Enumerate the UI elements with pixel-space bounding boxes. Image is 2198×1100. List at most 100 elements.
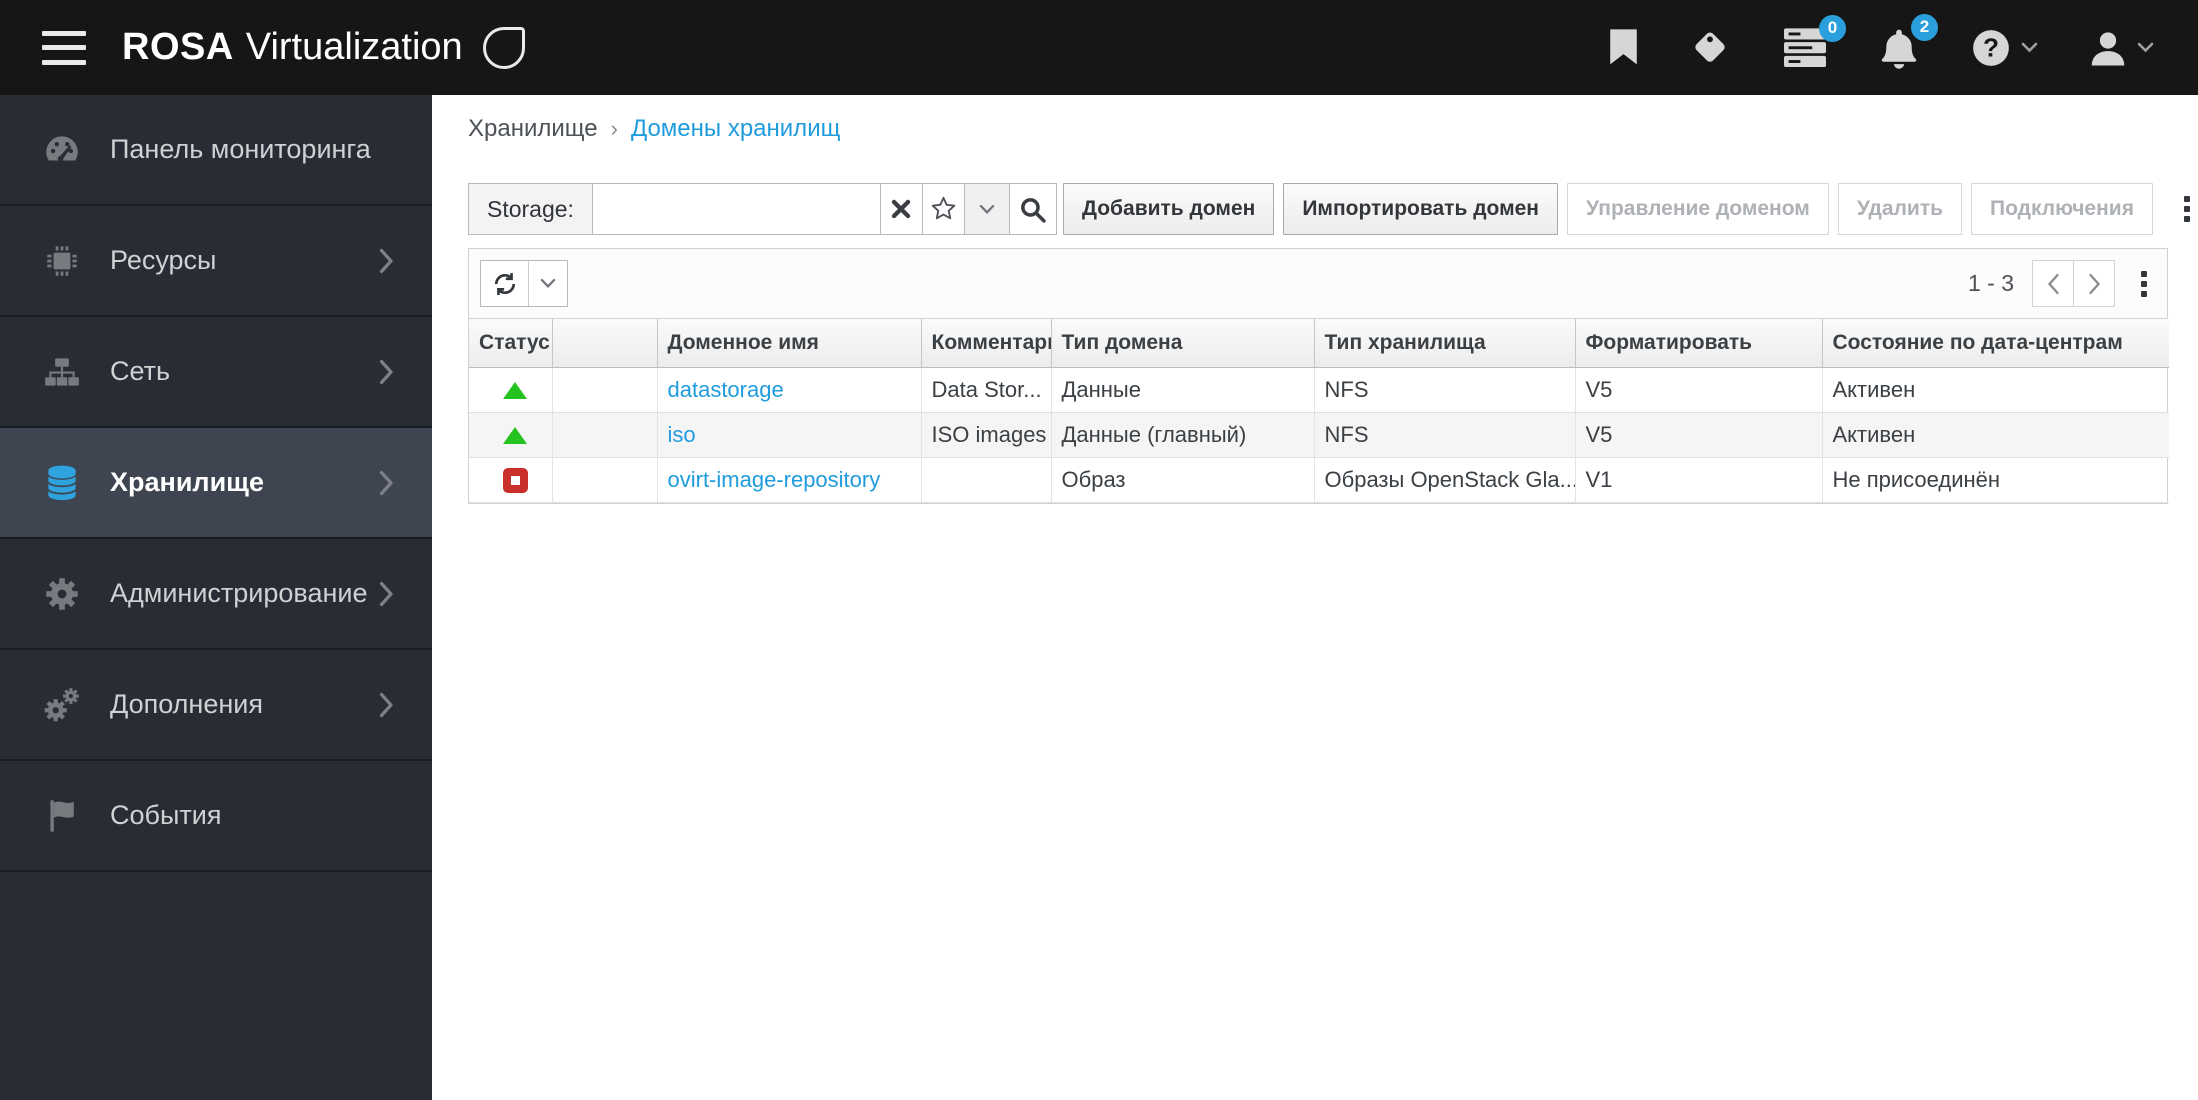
search-dropdown-button[interactable]	[964, 183, 1010, 235]
cell-format: V5	[1575, 367, 1823, 413]
column-header[interactable]: Статус	[469, 319, 553, 368]
column-header[interactable]: Комментарий	[921, 319, 1052, 368]
pagination-range: 1 - 3	[1967, 270, 2014, 296]
cell-comment: Data Stor...	[921, 367, 1052, 413]
column-header[interactable]: Тип домена	[1051, 319, 1315, 368]
cell-storage-type: Образы OpenStack Gla...	[1314, 457, 1576, 503]
chevron-right-icon	[379, 581, 394, 607]
cell-domain-name: ovirt-image-repository	[657, 457, 922, 503]
chevron-right-icon	[379, 470, 394, 496]
cell-domain-type: Данные (главный)	[1051, 412, 1315, 458]
column-header[interactable]: Тип хранилища	[1314, 319, 1576, 368]
chevron-right-icon	[379, 692, 394, 718]
tag-icon[interactable]	[1688, 26, 1732, 70]
sidebar-item-addons[interactable]: Дополнения	[0, 650, 432, 761]
manage-domain-button[interactable]: Управление доменом	[1567, 183, 1829, 235]
cell-format: V5	[1575, 412, 1823, 458]
rosa-logo-icon	[482, 26, 525, 69]
status-down-icon	[502, 467, 528, 493]
bookmark-search-button[interactable]	[922, 183, 965, 235]
column-header[interactable]: Доменное имя	[657, 319, 922, 368]
add-domain-button[interactable]: Добавить домен	[1063, 183, 1275, 235]
tasks-badge: 0	[1819, 14, 1846, 42]
network-icon	[40, 351, 84, 393]
table-header-row: Статус Доменное имяКомментарийТип доменаТ…	[469, 319, 2169, 368]
sidebar-item-dashboard[interactable]: Панель мониторинга	[0, 95, 432, 206]
cell-state: Активен	[1822, 412, 2169, 458]
column-header[interactable]: Состояние по дата-центрам	[1822, 319, 2169, 368]
storage-domains-grid: 1 - 3 Статус Доменное имяКомментарийТип д…	[468, 248, 2169, 504]
search-bar: Storage:	[468, 183, 1057, 235]
brand-name: ROSA	[122, 26, 234, 68]
sidebar-item-label: Дополнения	[110, 689, 263, 719]
sidebar-item-resources[interactable]: Ресурсы	[0, 206, 432, 317]
column-header[interactable]	[552, 319, 658, 368]
sidebar-item-events[interactable]: События	[0, 761, 432, 872]
dashboard-icon	[40, 129, 84, 171]
sidebar-item-network[interactable]: Сеть	[0, 317, 432, 428]
storage-domain-link[interactable]: iso	[668, 422, 696, 447]
cell-domain-name: datastorage	[657, 367, 922, 413]
tasks-icon[interactable]: 0	[1782, 14, 1846, 69]
refresh-button[interactable]	[481, 261, 528, 306]
grid-toolbar: 1 - 3	[469, 249, 2167, 319]
user-menu-button[interactable]	[2088, 28, 2154, 68]
help-menu-button[interactable]: ?	[1970, 27, 2038, 69]
remove-button[interactable]: Удалить	[1837, 183, 1963, 235]
breadcrumb-current-link[interactable]: Домены хранилищ	[631, 115, 840, 143]
brand: ROSA Virtualization	[122, 26, 525, 69]
grid-kebab-menu-button[interactable]	[2133, 265, 2155, 303]
gears-icon	[40, 684, 84, 726]
pagination: 1 - 3	[1968, 249, 2155, 318]
import-domain-button[interactable]: Импортировать домен	[1283, 183, 1558, 235]
cell-storage-type: NFS	[1314, 367, 1576, 413]
search-scope-label: Storage:	[468, 183, 593, 235]
status-up-icon	[503, 382, 528, 400]
flag-icon	[40, 795, 84, 837]
sidebar-item-label: Сеть	[110, 356, 171, 386]
search-button[interactable]	[1009, 183, 1057, 235]
connections-button[interactable]: Подключения	[1971, 183, 2153, 235]
actions-kebab-menu-button[interactable]	[2176, 190, 2198, 228]
breadcrumb: Хранилище › Домены хранилищ	[468, 115, 840, 143]
column-header[interactable]: Форматировать	[1575, 319, 1823, 368]
cpu-icon	[40, 240, 84, 282]
notifications-bell-icon[interactable]: 2	[1878, 13, 1938, 70]
main-content: Хранилище › Домены хранилищ Storage: Доб…	[432, 95, 2198, 1100]
breadcrumb-parent-link[interactable]: Хранилище	[468, 115, 598, 143]
pagination-prev-button[interactable]	[2032, 260, 2074, 307]
sidebar-item-label: Администрирование	[110, 578, 368, 608]
cell-status	[469, 457, 553, 503]
gear-icon	[40, 573, 84, 615]
bookmark-icon[interactable]	[1609, 29, 1638, 66]
table-row[interactable]: ovirt-image-repository Образ Образы OpenSt…	[469, 457, 2169, 503]
sidebar-item-label: Ресурсы	[110, 245, 217, 275]
alerts-badge: 2	[1911, 13, 1938, 41]
chevron-right-icon	[379, 359, 394, 385]
cell-storage-type: NFS	[1314, 412, 1576, 458]
database-icon	[40, 462, 84, 504]
storage-domains-table: Статус Доменное имяКомментарийТип доменаТ…	[469, 319, 2169, 503]
brand-product: Virtualization	[245, 26, 463, 68]
cell-empty	[552, 367, 658, 413]
action-buttons: Добавить домен Импортировать домен Управле…	[1063, 183, 2198, 235]
table-row[interactable]: iso ISO images Данные (главный) NFS V5 Активе…	[469, 412, 2169, 458]
cell-status	[469, 367, 553, 413]
breadcrumb-separator: ›	[610, 116, 618, 141]
cell-empty	[552, 457, 658, 503]
cell-comment	[921, 457, 1052, 503]
table-row[interactable]: datastorage Data Stor... Данные NFS V5 Активе…	[469, 367, 2169, 413]
hamburger-menu-icon[interactable]	[42, 30, 86, 65]
storage-domain-link[interactable]: datastorage	[668, 377, 784, 402]
cell-comment: ISO images	[921, 412, 1052, 458]
header-icons: 0 2 ?	[1609, 13, 2154, 70]
pagination-next-button[interactable]	[2073, 260, 2115, 307]
refresh-dropdown-button[interactable]	[528, 261, 567, 306]
clear-search-button[interactable]	[880, 183, 923, 235]
storage-domain-link[interactable]: ovirt-image-repository	[668, 467, 881, 492]
sidebar-item-storage[interactable]: Хранилище	[0, 428, 432, 539]
sidebar-item-administration[interactable]: Администрирование	[0, 539, 432, 650]
cell-state: Не присоединён	[1822, 457, 2169, 503]
search-input[interactable]	[592, 184, 880, 234]
cell-state: Активен	[1822, 367, 2169, 413]
